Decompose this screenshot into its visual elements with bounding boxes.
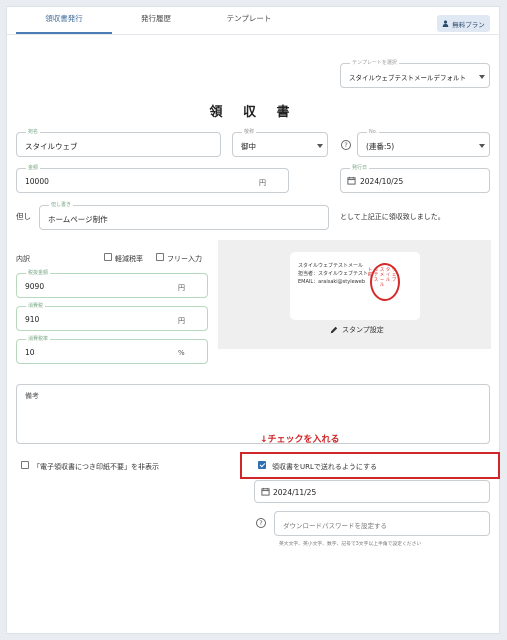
hide-stamp-notice-label: 「電子領収書につき印紙不要」を非表示 (33, 463, 159, 471)
hide-stamp-notice-checkbox[interactable] (21, 461, 29, 469)
download-password-hint: 英大文字、英小文字、数字、記号で3文字以上半角で設定ください (279, 542, 422, 547)
number-label: No. (367, 128, 380, 136)
calendar-icon (261, 487, 270, 496)
pre-tax-label: 税抜金額 (26, 269, 51, 277)
amount-value: 10000 (25, 177, 49, 186)
number-select[interactable]: No. (連番:5) (357, 128, 490, 157)
tax-rate-value: 10 (25, 348, 35, 357)
issue-date-field[interactable]: 発行日 2024/10/25 (340, 164, 490, 193)
tax-rate-label: 消費税率 (26, 335, 51, 343)
annotation-highlight-box (240, 452, 500, 479)
stamp-settings-label: スタンプ設定 (342, 326, 384, 334)
memo-textarea[interactable]: 備考 (16, 384, 490, 444)
url-date-value: 2024/11/25 (273, 488, 317, 497)
chevron-down-icon (479, 75, 485, 79)
stamp-col: ルテス (373, 268, 379, 283)
tax-rate-field[interactable]: 消費税率 10 % (16, 335, 208, 364)
preview-company: スタイルウェブテストメール (298, 263, 364, 269)
proviso-value: ホームページ制作 (48, 215, 108, 224)
tax-field[interactable]: 消費税 910 円 (16, 302, 208, 331)
tax-rate-unit: % (178, 349, 185, 357)
recipient-field[interactable]: 宛名 スタイルウェブ (16, 128, 221, 157)
preview-person: 担当者：スタイルウェブテストメー (298, 271, 370, 277)
preview-email: EMAIL：araisaki@styleweb (298, 279, 366, 285)
reduced-tax-label: 軽減税率 (115, 255, 143, 263)
document-title: 領 収 書 (209, 105, 298, 120)
free-input-checkbox[interactable] (156, 253, 164, 261)
amount-label: 金額 (26, 164, 41, 172)
template-select[interactable]: テンプレートを選択 スタイルウェブテストメールデフォルト (340, 59, 490, 88)
tax-value: 910 (25, 315, 40, 324)
tab-history[interactable]: 発行履歴 (108, 13, 204, 24)
tab-issue-receipt[interactable]: 領収書発行 (16, 13, 112, 24)
stamp-col: ト印 (367, 268, 373, 278)
stamp-col: タイル (385, 268, 391, 283)
template-select-value: スタイルウェブテストメールデフォルト (349, 74, 466, 82)
free-plan-button[interactable]: 無料プラン (437, 15, 490, 32)
issue-date-label: 発行日 (350, 164, 370, 172)
pre-tax-unit: 円 (178, 284, 185, 292)
tab-template[interactable]: テンプレート (201, 13, 297, 24)
honorific-value: 御中 (241, 142, 256, 151)
number-value: (連番:5) (366, 142, 395, 151)
pre-tax-amount-field[interactable]: 税抜金額 9090 円 (16, 269, 208, 298)
breakdown-label: 内訳 (16, 255, 30, 263)
url-date-field[interactable]: 2024/11/25 (254, 480, 490, 503)
tax-label: 消費税 (26, 302, 46, 310)
chevron-down-icon (317, 144, 323, 148)
reduced-tax-checkbox[interactable] (104, 253, 112, 261)
pre-tax-value: 9090 (25, 282, 45, 291)
proviso-prefix: 但し (16, 212, 31, 221)
issue-date-value: 2024/10/25 (360, 177, 404, 186)
help-icon[interactable]: ? (256, 518, 266, 528)
tax-unit: 円 (178, 317, 185, 325)
template-select-label: テンプレートを選択 (350, 59, 399, 67)
honorific-label: 敬称 (242, 128, 257, 136)
amount-unit: 円 (259, 179, 266, 187)
stamp-settings-button[interactable]: スタンプ設定 (330, 325, 384, 335)
proviso-field[interactable]: 但し書き ホームページ制作 (39, 201, 329, 230)
help-icon[interactable]: ? (341, 140, 351, 150)
amount-field[interactable]: 金額 10000 円 (16, 164, 289, 193)
tabs-divider (6, 34, 500, 35)
stamp-col: ウェブ (391, 268, 397, 283)
pencil-icon (330, 326, 338, 334)
memo-label: 備考 (25, 392, 39, 400)
free-plan-label: 無料プラン (452, 20, 485, 29)
proviso-label: 但し書き (49, 201, 74, 209)
free-input-label: フリー入力 (167, 255, 202, 263)
recipient-value: スタイルウェブ (25, 142, 78, 151)
honorific-select[interactable]: 敬称 御中 (232, 128, 328, 157)
stamp-col: スメール (379, 268, 385, 288)
recipient-label: 宛名 (26, 128, 41, 136)
chevron-down-icon (479, 144, 485, 148)
user-icon (442, 20, 449, 27)
calendar-icon (347, 176, 356, 185)
annotation-text: ↓チェックを入れる (260, 435, 340, 445)
download-password-placeholder: ダウンロードパスワードを設定する (283, 522, 387, 530)
proviso-suffix: として上記正に領収致しました。 (340, 213, 445, 221)
download-password-field[interactable]: ダウンロードパスワードを設定する (274, 511, 490, 536)
